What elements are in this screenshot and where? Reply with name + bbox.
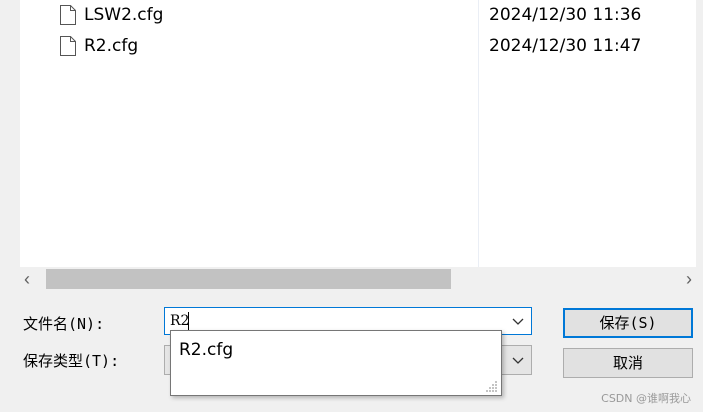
chevron-down-icon[interactable] [510, 352, 526, 368]
text-caret [188, 312, 189, 330]
filename-label: 文件名(N): [23, 315, 105, 333]
file-date: 2024/12/30 11:47 [489, 36, 642, 56]
filetype-label: 保存类型(T): [23, 352, 120, 370]
file-name: R2.cfg [84, 36, 139, 56]
watermark: CSDN @谁啊我心 [601, 392, 691, 405]
file-date: 2024/12/30 11:36 [489, 5, 642, 25]
autocomplete-item[interactable]: R2.cfg [179, 339, 233, 361]
file-icon [60, 5, 76, 25]
file-row[interactable]: LSW2.cfg 2024/12/30 11:36 [20, 2, 696, 28]
horizontal-scrollbar[interactable]: ‹ › [20, 267, 696, 291]
chevron-down-icon[interactable] [510, 313, 526, 329]
cancel-button[interactable]: 取消 [563, 348, 693, 378]
save-button[interactable]: 保存(S) [563, 308, 693, 338]
scroll-left-icon[interactable]: ‹ [24, 268, 30, 290]
filename-value: R2 [170, 313, 190, 329]
file-row[interactable]: R2.cfg 2024/12/30 11:47 [20, 33, 696, 59]
file-name: LSW2.cfg [84, 5, 164, 25]
scroll-right-icon[interactable]: › [686, 268, 692, 290]
autocomplete-dropdown: R2.cfg [170, 330, 502, 396]
resize-grip-icon[interactable] [486, 380, 498, 392]
scrollbar-thumb[interactable] [46, 269, 451, 289]
file-list: LSW2.cfg 2024/12/30 11:36 R2.cfg 2024/12… [20, 0, 696, 267]
file-icon [60, 36, 76, 56]
